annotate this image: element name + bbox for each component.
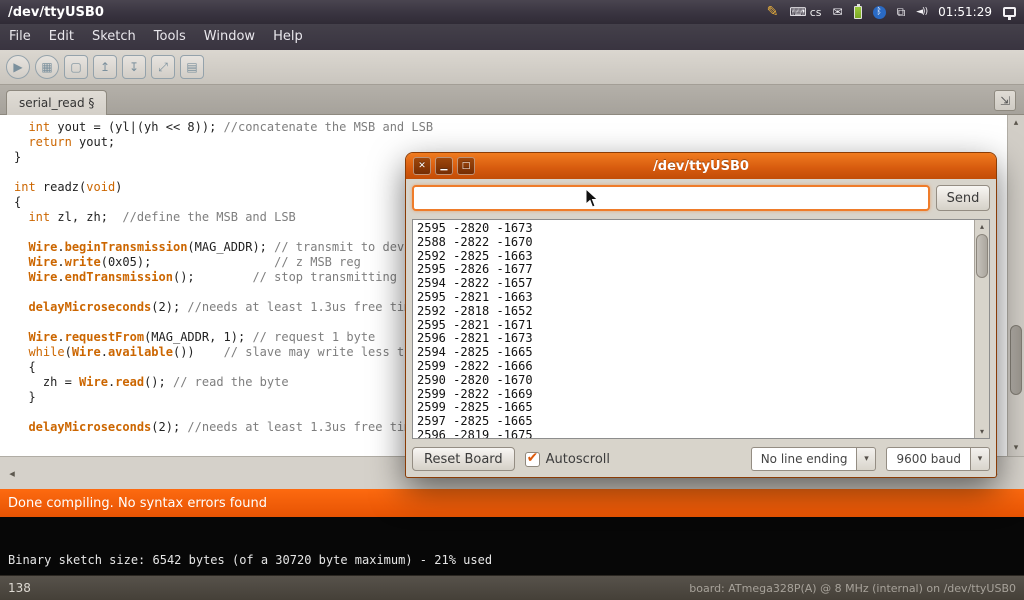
baud-rate-select[interactable]: 9600 baud ▾: [886, 447, 990, 471]
toolbar-buttons: ▶▦▢↥↧⤢▤: [6, 55, 204, 79]
console-text: Binary sketch size: 6542 bytes (of a 307…: [8, 553, 492, 567]
autoscroll-option[interactable]: ✔ Autoscroll: [525, 452, 610, 467]
upload-button[interactable]: ⤢: [151, 55, 175, 79]
menu-sketch[interactable]: Sketch: [83, 24, 145, 50]
serial-data-line: 2599 -2825 -1665: [417, 401, 970, 415]
serial-monitor-controls: Reset Board ✔ Autoscroll No line ending …: [412, 446, 990, 472]
autoscroll-checkbox[interactable]: ✔: [525, 452, 540, 467]
serial-data-line: 2592 -2825 -1663: [417, 250, 970, 264]
battery-icon[interactable]: [854, 6, 862, 19]
send-button[interactable]: Send: [936, 185, 990, 211]
serial-data-line: 2592 -2818 -1652: [417, 305, 970, 319]
console-output: Binary sketch size: 6542 bytes (of a 307…: [0, 517, 1024, 575]
footer-statusbar: 138 board: ATmega328P(A) @ 8 MHz (intern…: [0, 575, 1024, 600]
keyboard-layout-label: cs: [810, 6, 822, 19]
serial-output-wrap: 2595 -2820 -16732588 -2822 -16702592 -28…: [412, 219, 990, 439]
scroll-down-icon[interactable]: ▾: [1008, 441, 1024, 455]
menu-help[interactable]: Help: [264, 24, 312, 50]
board-info: board: ATmega328P(A) @ 8 MHz (internal) …: [689, 582, 1016, 595]
serial-data-line: 2596 -2821 -1673: [417, 332, 970, 346]
session-menu-icon[interactable]: [1003, 7, 1016, 17]
serial-data-line: 2595 -2820 -1673: [417, 222, 970, 236]
chevron-down-icon[interactable]: ▾: [856, 447, 876, 471]
scroll-up-icon[interactable]: ▴: [975, 220, 989, 233]
serial-data-line: 2594 -2825 -1665: [417, 346, 970, 360]
menu-items: FileEditSketchToolsWindowHelp: [0, 24, 312, 50]
tab-label: serial_read §: [19, 96, 94, 110]
serial-data-line: 2599 -2822 -1666: [417, 360, 970, 374]
code-line: return yout;: [14, 135, 1024, 150]
minimize-icon[interactable]: ▁: [435, 157, 453, 175]
window-controls: ✕ ▁ □: [413, 157, 475, 175]
serial-data-line: 2599 -2822 -1669: [417, 388, 970, 402]
maximize-icon[interactable]: □: [457, 157, 475, 175]
menu-file[interactable]: File: [0, 24, 40, 50]
serial-send-input[interactable]: [412, 185, 930, 211]
reset-board-button[interactable]: Reset Board: [412, 447, 515, 471]
serial-scroll-thumb[interactable]: [976, 234, 988, 278]
tab-menu-button[interactable]: ⇲: [994, 90, 1016, 111]
bluetooth-icon[interactable]: ᛒ: [873, 6, 886, 19]
verify-button[interactable]: ▶: [6, 55, 30, 79]
tabbar: serial_read § ⇲: [0, 85, 1024, 115]
serial-data-line: 2596 -2819 -1675: [417, 429, 970, 438]
serial-data-line: 2597 -2825 -1665: [417, 415, 970, 429]
screen: /dev/ttyUSB0 ✎ ⌨ cs ✉ ᛒ ⧉ ◄)) 01:51:29 F…: [0, 0, 1024, 600]
editor-vscrollbar[interactable]: ▴ ▾: [1007, 115, 1024, 456]
menu-edit[interactable]: Edit: [40, 24, 83, 50]
check-icon: ✔: [527, 450, 539, 466]
line-ending-value: No line ending: [751, 447, 857, 471]
hscroll-left-icon[interactable]: ◂: [3, 464, 21, 482]
stop-button[interactable]: ▦: [35, 55, 59, 79]
serial-input-row: Send: [412, 184, 990, 212]
status-message: Done compiling. No syntax errors found: [8, 496, 267, 511]
baud-rate-value: 9600 baud: [886, 447, 970, 471]
serial-vscrollbar[interactable]: ▴ ▾: [974, 220, 989, 438]
serial-monitor-body: Send 2595 -2820 -16732588 -2822 -1670259…: [406, 179, 996, 477]
serial-data-line: 2588 -2822 -1670: [417, 236, 970, 250]
code-line: int yout = (yl|(yh << 8)); //concatenate…: [14, 120, 1024, 135]
menu-tools[interactable]: Tools: [145, 24, 195, 50]
save-button[interactable]: ↧: [122, 55, 146, 79]
keyboard-layout-indicator[interactable]: ⌨ cs: [789, 6, 821, 19]
close-icon[interactable]: ✕: [413, 157, 431, 175]
status-bar: Done compiling. No syntax errors found: [0, 489, 1024, 517]
serial-data-line: 2595 -2821 -1671: [417, 319, 970, 333]
menu-window[interactable]: Window: [195, 24, 264, 50]
line-number-indicator: 138: [8, 581, 31, 595]
system-tray: ✎ ⌨ cs ✉ ᛒ ⧉ ◄)) 01:51:29: [767, 5, 1024, 19]
serial-output[interactable]: 2595 -2820 -16732588 -2822 -16702592 -28…: [413, 220, 974, 438]
serial-monitor-window: ✕ ▁ □ /dev/ttyUSB0 Send 2595 -2820 -1673…: [405, 152, 997, 478]
mail-icon[interactable]: ✉: [833, 6, 843, 18]
serial-monitor-title: /dev/ttyUSB0: [653, 159, 749, 174]
new-sketch-button[interactable]: ▢: [64, 55, 88, 79]
line-ending-select[interactable]: No line ending ▾: [751, 447, 877, 471]
serial-data-line: 2595 -2826 -1677: [417, 263, 970, 277]
keyboard-icon: ⌨: [789, 6, 806, 18]
serial-data-line: 2594 -2822 -1657: [417, 277, 970, 291]
volume-icon[interactable]: ◄)): [916, 8, 927, 17]
tab-serial-read[interactable]: serial_read §: [6, 90, 107, 115]
menubar: FileEditSketchToolsWindowHelp: [0, 24, 1024, 50]
open-button[interactable]: ↥: [93, 55, 117, 79]
notes-icon[interactable]: ✎: [767, 5, 779, 19]
serial-data-line: 2595 -2821 -1663: [417, 291, 970, 305]
system-panel: /dev/ttyUSB0 ✎ ⌨ cs ✉ ᛒ ⧉ ◄)) 01:51:29: [0, 0, 1024, 24]
chevron-down-icon[interactable]: ▾: [970, 447, 990, 471]
network-icon[interactable]: ⧉: [897, 6, 906, 18]
clock[interactable]: 01:51:29: [938, 5, 992, 19]
panel-window-title: /dev/ttyUSB0: [8, 5, 104, 20]
serial-data-line: 2590 -2820 -1670: [417, 374, 970, 388]
scroll-down-icon[interactable]: ▾: [975, 425, 989, 438]
toolbar: ▶▦▢↥↧⤢▤: [0, 50, 1024, 85]
serial-monitor-titlebar[interactable]: ✕ ▁ □ /dev/ttyUSB0: [406, 153, 996, 179]
serial-monitor-button[interactable]: ▤: [180, 55, 204, 79]
vscroll-thumb[interactable]: [1010, 325, 1022, 395]
autoscroll-label: Autoscroll: [546, 452, 610, 467]
scroll-up-icon[interactable]: ▴: [1008, 116, 1024, 130]
